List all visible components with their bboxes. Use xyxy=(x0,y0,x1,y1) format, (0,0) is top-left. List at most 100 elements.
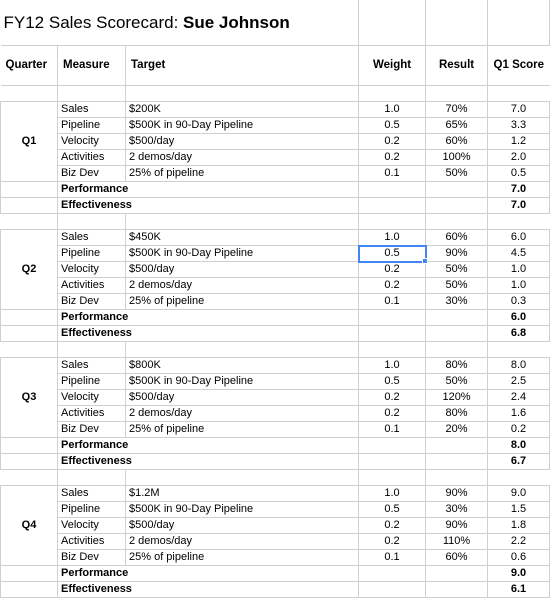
score-value[interactable]: 2.4 xyxy=(487,389,550,406)
target-value[interactable]: 25% of pipeline xyxy=(124,549,360,566)
score-value[interactable]: 3.3 xyxy=(487,117,550,134)
weight-value[interactable]: 0.2 xyxy=(358,149,427,166)
weight-value[interactable]: 0.1 xyxy=(358,165,427,182)
score-value[interactable]: 1.8 xyxy=(487,517,550,534)
target-value[interactable]: $500K in 90-Day Pipeline xyxy=(124,245,360,262)
result-value[interactable]: 70% xyxy=(425,101,489,118)
measure-name[interactable]: Sales xyxy=(57,357,126,374)
target-value[interactable]: $200K xyxy=(124,101,360,118)
target-value[interactable]: $500K in 90-Day Pipeline xyxy=(124,373,360,390)
target-value[interactable]: $500K in 90-Day Pipeline xyxy=(124,501,360,518)
measure-name[interactable]: Sales xyxy=(57,229,126,246)
weight-value[interactable]: 0.2 xyxy=(358,277,427,294)
measure-name[interactable]: Activities xyxy=(57,277,126,294)
result-value[interactable]: 90% xyxy=(425,485,489,502)
score-value[interactable]: 2.0 xyxy=(487,149,550,166)
result-value[interactable]: 50% xyxy=(425,373,489,390)
score-value[interactable]: 6.0 xyxy=(487,229,550,246)
result-value[interactable]: 50% xyxy=(425,261,489,278)
measure-name[interactable]: Velocity xyxy=(57,133,126,150)
score-value[interactable]: 2.5 xyxy=(487,373,550,390)
measure-name[interactable]: Velocity xyxy=(57,517,126,534)
result-value[interactable]: 80% xyxy=(425,357,489,374)
weight-value[interactable]: 0.2 xyxy=(358,133,427,150)
result-value[interactable]: 50% xyxy=(425,165,489,182)
result-value[interactable]: 80% xyxy=(425,405,489,422)
measure-name[interactable]: Pipeline xyxy=(57,245,126,262)
result-value[interactable]: 20% xyxy=(425,421,489,438)
result-value[interactable]: 110% xyxy=(425,533,489,550)
result-value[interactable]: 30% xyxy=(425,293,489,310)
target-value[interactable]: $450K xyxy=(124,229,360,246)
weight-value[interactable]: 0.2 xyxy=(358,405,427,422)
weight-value[interactable]: 1.0 xyxy=(358,101,427,118)
weight-value[interactable]: 0.2 xyxy=(358,517,427,534)
weight-value[interactable]: 0.2 xyxy=(358,389,427,406)
measure-name[interactable]: Biz Dev xyxy=(57,421,126,438)
score-value[interactable]: 8.0 xyxy=(487,357,550,374)
weight-value[interactable]: 0.2 xyxy=(358,261,427,278)
weight-value[interactable]: 0.1 xyxy=(358,293,427,310)
weight-value[interactable]: 0.5 xyxy=(358,245,427,262)
weight-value[interactable]: 0.1 xyxy=(358,549,427,566)
result-value[interactable]: 120% xyxy=(425,389,489,406)
target-value[interactable]: $500/day xyxy=(124,389,360,406)
measure-name[interactable]: Biz Dev xyxy=(57,549,126,566)
score-value[interactable]: 1.2 xyxy=(487,133,550,150)
score-value[interactable]: 1.0 xyxy=(487,261,550,278)
result-value[interactable]: 65% xyxy=(425,117,489,134)
result-value[interactable]: 60% xyxy=(425,549,489,566)
measure-name[interactable]: Pipeline xyxy=(57,373,126,390)
score-value[interactable]: 0.6 xyxy=(487,549,550,566)
weight-value[interactable]: 1.0 xyxy=(358,485,427,502)
score-value[interactable]: 9.0 xyxy=(487,485,550,502)
measure-name[interactable]: Sales xyxy=(57,485,126,502)
result-value[interactable]: 100% xyxy=(425,149,489,166)
score-value[interactable]: 0.2 xyxy=(487,421,550,438)
result-value[interactable]: 30% xyxy=(425,501,489,518)
target-value[interactable]: $500/day xyxy=(124,261,360,278)
target-value[interactable]: 2 demos/day xyxy=(124,149,360,166)
score-value[interactable]: 1.0 xyxy=(487,277,550,294)
measure-name[interactable]: Activities xyxy=(57,405,126,422)
weight-value[interactable]: 0.5 xyxy=(358,117,427,134)
target-value[interactable]: 2 demos/day xyxy=(124,277,360,294)
weight-value[interactable]: 0.1 xyxy=(358,421,427,438)
result-value[interactable]: 90% xyxy=(425,245,489,262)
score-value[interactable]: 7.0 xyxy=(487,101,550,118)
target-value[interactable]: $500/day xyxy=(124,517,360,534)
target-value[interactable]: $500K in 90-Day Pipeline xyxy=(124,117,360,134)
target-value[interactable]: $800K xyxy=(124,357,360,374)
measure-name[interactable]: Activities xyxy=(57,149,126,166)
measure-name[interactable]: Activities xyxy=(57,533,126,550)
score-value[interactable]: 2.2 xyxy=(487,533,550,550)
score-value[interactable]: 4.5 xyxy=(487,245,550,262)
measure-name[interactable]: Sales xyxy=(57,101,126,118)
target-value[interactable]: 2 demos/day xyxy=(124,533,360,550)
result-value[interactable]: 50% xyxy=(425,277,489,294)
target-value[interactable]: $500/day xyxy=(124,133,360,150)
weight-value[interactable]: 1.0 xyxy=(358,357,427,374)
weight-value[interactable]: 1.0 xyxy=(358,229,427,246)
target-value[interactable]: 25% of pipeline xyxy=(124,421,360,438)
target-value[interactable]: 25% of pipeline xyxy=(124,293,360,310)
score-value[interactable]: 0.3 xyxy=(487,293,550,310)
result-value[interactable]: 60% xyxy=(425,133,489,150)
measure-name[interactable]: Velocity xyxy=(57,261,126,278)
weight-value[interactable]: 0.5 xyxy=(358,373,427,390)
target-value[interactable]: 25% of pipeline xyxy=(124,165,360,182)
result-value[interactable]: 60% xyxy=(425,229,489,246)
measure-name[interactable]: Pipeline xyxy=(57,117,126,134)
weight-value[interactable]: 0.5 xyxy=(358,501,427,518)
target-value[interactable]: $1.2M xyxy=(124,485,360,502)
weight-value[interactable]: 0.2 xyxy=(358,533,427,550)
target-value[interactable]: 2 demos/day xyxy=(124,405,360,422)
result-value[interactable]: 90% xyxy=(425,517,489,534)
measure-name[interactable]: Biz Dev xyxy=(57,165,126,182)
score-value[interactable]: 1.6 xyxy=(487,405,550,422)
score-value[interactable]: 0.5 xyxy=(487,165,550,182)
measure-name[interactable]: Biz Dev xyxy=(57,293,126,310)
score-value[interactable]: 1.5 xyxy=(487,501,550,518)
measure-name[interactable]: Velocity xyxy=(57,389,126,406)
measure-name[interactable]: Pipeline xyxy=(57,501,126,518)
